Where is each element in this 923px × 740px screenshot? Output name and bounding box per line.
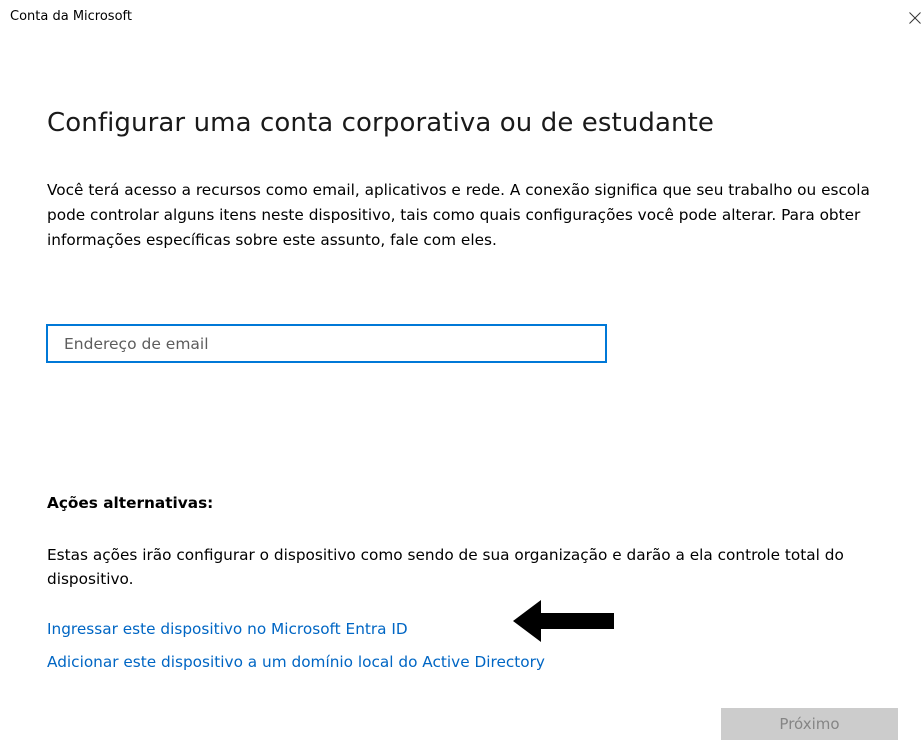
alternative-actions-title: Ações alternativas:: [47, 494, 214, 512]
email-field[interactable]: [46, 324, 607, 363]
window-title: Conta da Microsoft: [10, 9, 132, 24]
page-title: Configurar uma conta corporativa ou de e…: [47, 108, 715, 138]
alternative-actions-description: Estas ações irão configurar o dispositiv…: [47, 546, 844, 588]
join-entra-id-link[interactable]: Ingressar este dispositivo no Microsoft …: [47, 620, 408, 638]
page-description: Você terá acesso a recursos como email, …: [47, 181, 870, 249]
next-button[interactable]: Próximo: [721, 708, 898, 740]
arrow-left-icon: [513, 600, 614, 642]
close-button[interactable]: [899, 0, 923, 36]
close-icon: [909, 12, 921, 24]
join-active-directory-link[interactable]: Adicionar este dispositivo a um domínio …: [47, 653, 545, 671]
